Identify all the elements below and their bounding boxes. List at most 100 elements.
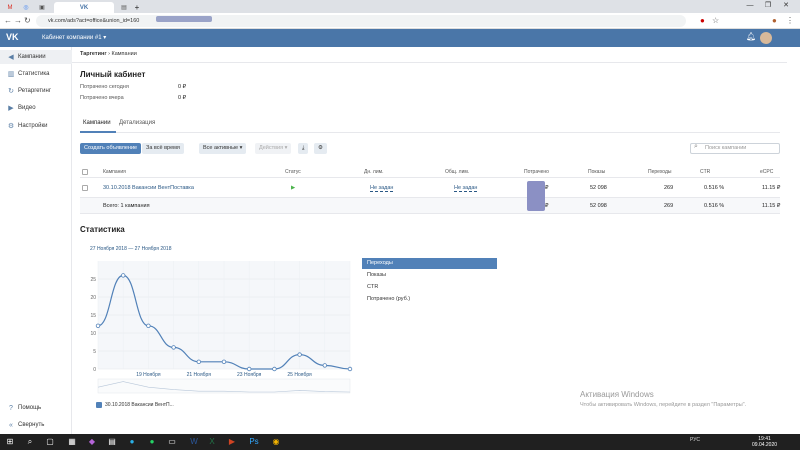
col-day-limit[interactable]: Дн. лим. — [364, 169, 383, 175]
chrome-icon[interactable]: ◉ — [270, 436, 282, 448]
breadcrumb-root[interactable]: Таргетинг — [80, 51, 107, 57]
chart-legend[interactable]: 30.10.2018 Вакансии ВентП... — [96, 402, 174, 408]
clock[interactable]: 19:41 09.04.2020 — [752, 436, 777, 448]
doc-icon[interactable]: ▤ — [118, 2, 130, 13]
tab-divider — [80, 132, 780, 133]
windows-start-icon[interactable]: ⊞ — [4, 436, 16, 448]
sidebar-item-label: Статистика — [18, 71, 50, 77]
metric-spent[interactable]: Потрачено (руб.) — [362, 294, 497, 305]
metric-clicks[interactable]: Переходы — [362, 258, 497, 269]
back-icon[interactable]: ← — [4, 16, 12, 25]
actions-dropdown[interactable]: Действия ▾ — [255, 143, 292, 154]
campaign-name-link[interactable]: 30.10.2018 Вакансии ВентПоставка — [103, 185, 194, 191]
tab-details[interactable]: Детализация — [119, 120, 155, 126]
clicks-value: 269 — [664, 185, 674, 191]
gear-icon: ⚙ — [7, 123, 15, 130]
photoshop-icon[interactable]: Ps — [248, 436, 260, 448]
vk-header: VK Кабинет компании #1 ▾ 🔔︎ — [0, 29, 800, 47]
gear-icon[interactable]: ⚙ — [314, 143, 327, 154]
x-tick-label: 23 Ноября — [237, 372, 262, 378]
calculator-icon[interactable]: ▦ — [66, 436, 78, 448]
legend-label: 30.10.2018 Вакансии ВентП... — [105, 402, 174, 408]
new-tab-button[interactable]: + — [132, 2, 142, 13]
search-icon[interactable]: ⌕ — [24, 436, 36, 448]
minimize-button[interactable]: — — [744, 1, 756, 11]
period-button[interactable]: За всё время — [142, 143, 184, 154]
forward-icon[interactable]: → — [14, 16, 22, 25]
day-limit-value[interactable]: Не задан — [370, 185, 394, 192]
url-input[interactable]: vk.com/ads?act=office&union_id=160 — [36, 15, 686, 27]
sidebar-item-video[interactable]: ▶ Видео — [0, 101, 72, 115]
sidebar-collapse[interactable]: « Свернуть — [0, 418, 72, 432]
system-tray[interactable]: РУС — [690, 437, 700, 443]
skype-icon[interactable]: ● — [126, 436, 138, 448]
whatsapp-icon[interactable]: ● — [146, 436, 158, 448]
search-input[interactable]: Поиск кампании — [690, 143, 780, 154]
windows-activation-text: Чтобы активировать Windows, перейдите в … — [580, 402, 747, 408]
task-view-icon[interactable]: ▢ — [44, 436, 56, 448]
download-icon[interactable]: ⤓ — [298, 143, 309, 154]
status-play-icon[interactable]: ▶ — [291, 185, 295, 191]
data-point — [272, 366, 277, 372]
select-all-checkbox[interactable] — [82, 169, 88, 175]
data-point — [322, 363, 327, 368]
word-icon[interactable]: W — [188, 436, 200, 448]
profile-icon[interactable]: ● — [772, 16, 777, 25]
sidebar-item-settings[interactable]: ⚙ Настройки — [0, 119, 72, 133]
sidebar-item-label: Видео — [18, 105, 36, 111]
statistics-title: Статистика — [80, 225, 125, 234]
vk-logo[interactable]: VK — [6, 32, 19, 42]
line-chart: 0 5 10 15 20 25 19 Ноября 21 Ноября 23 Ноября 25 … — [88, 257, 354, 402]
col-campaign[interactable]: Кампания — [103, 169, 126, 175]
tab-campaigns[interactable]: Кампании — [83, 120, 111, 126]
col-ctr[interactable]: CTR — [700, 169, 710, 175]
vk-tab[interactable]: VK — [54, 2, 114, 13]
cabinet-selector[interactable]: Кабинет компании #1 ▾ — [42, 34, 106, 41]
bell-icon[interactable]: 🔔︎ — [746, 32, 756, 41]
legend-checkbox[interactable] — [96, 402, 102, 408]
total-limit-value[interactable]: Не задан — [454, 185, 478, 192]
sidebar-item-retargeting[interactable]: ↻ Ретаргетинг — [0, 84, 72, 98]
excel-icon[interactable]: X — [206, 436, 218, 448]
table-header: Кампания Статус Дн. лим. Общ. лим. Потра… — [80, 166, 780, 178]
col-clicks[interactable]: Переходы — [648, 169, 671, 175]
globe-icon[interactable]: ◎ — [20, 2, 32, 13]
sidebar-help[interactable]: ? Помощь — [0, 401, 72, 415]
total-ctr: 0.516 % — [704, 203, 725, 209]
explorer-icon[interactable]: ▤ — [106, 436, 118, 448]
close-button[interactable]: ✕ — [780, 1, 792, 11]
sidebar-item-label: Кампании — [18, 54, 46, 60]
redacted-url-part — [156, 16, 212, 22]
maximize-button[interactable]: ❐ — [762, 1, 774, 11]
date-range-picker[interactable]: 27 Ноября 2018 — 27 Ноября 2018 — [90, 246, 172, 252]
x-tick-label: 25 Ноября — [287, 372, 312, 378]
col-total-limit[interactable]: Общ. лим. — [445, 169, 469, 175]
table-row[interactable]: 30.10.2018 Вакансии ВентПоставка ▶ Не за… — [80, 180, 780, 197]
powerpoint-icon[interactable]: ▶ — [226, 436, 238, 448]
menu-icon[interactable]: ⋮ — [786, 16, 794, 25]
app-icon[interactable]: ◆ — [86, 436, 98, 448]
avatar[interactable] — [760, 32, 772, 44]
page-title: Личный кабинет — [80, 70, 146, 79]
col-ecpc[interactable]: eCPC — [760, 169, 773, 175]
ctr-value: 0.516 % — [704, 185, 725, 191]
bookmark-star-icon[interactable]: ☆ — [712, 16, 719, 25]
folder-icon[interactable]: ▭ — [166, 436, 178, 448]
row-checkbox[interactable] — [82, 185, 88, 191]
col-impressions[interactable]: Показы — [588, 169, 605, 175]
spent-today-value: 0 ₽ — [178, 84, 187, 90]
col-status[interactable]: Статус — [285, 169, 301, 175]
sidebar-item-statistics[interactable]: ▥ Статистика — [0, 67, 72, 81]
sidebar-item-label: Ретаргетинг — [18, 88, 52, 94]
metric-impressions[interactable]: Показы — [362, 270, 497, 281]
create-ad-button[interactable]: Создать объявление — [80, 143, 142, 154]
photo-icon[interactable]: ▣ — [36, 2, 48, 13]
filter-dropdown[interactable]: Все активные ▾ — [199, 143, 247, 154]
gmail-icon[interactable]: M — [4, 2, 16, 13]
sidebar-item-campaigns[interactable]: ◀ Кампании — [0, 50, 72, 64]
col-spent[interactable]: Потрачено — [524, 169, 549, 175]
extension-icon[interactable]: ● — [700, 16, 705, 25]
reload-icon[interactable]: ↻ — [24, 16, 31, 25]
metric-ctr[interactable]: CTR — [362, 282, 497, 293]
sidebar-item-label: Настройки — [18, 123, 48, 129]
